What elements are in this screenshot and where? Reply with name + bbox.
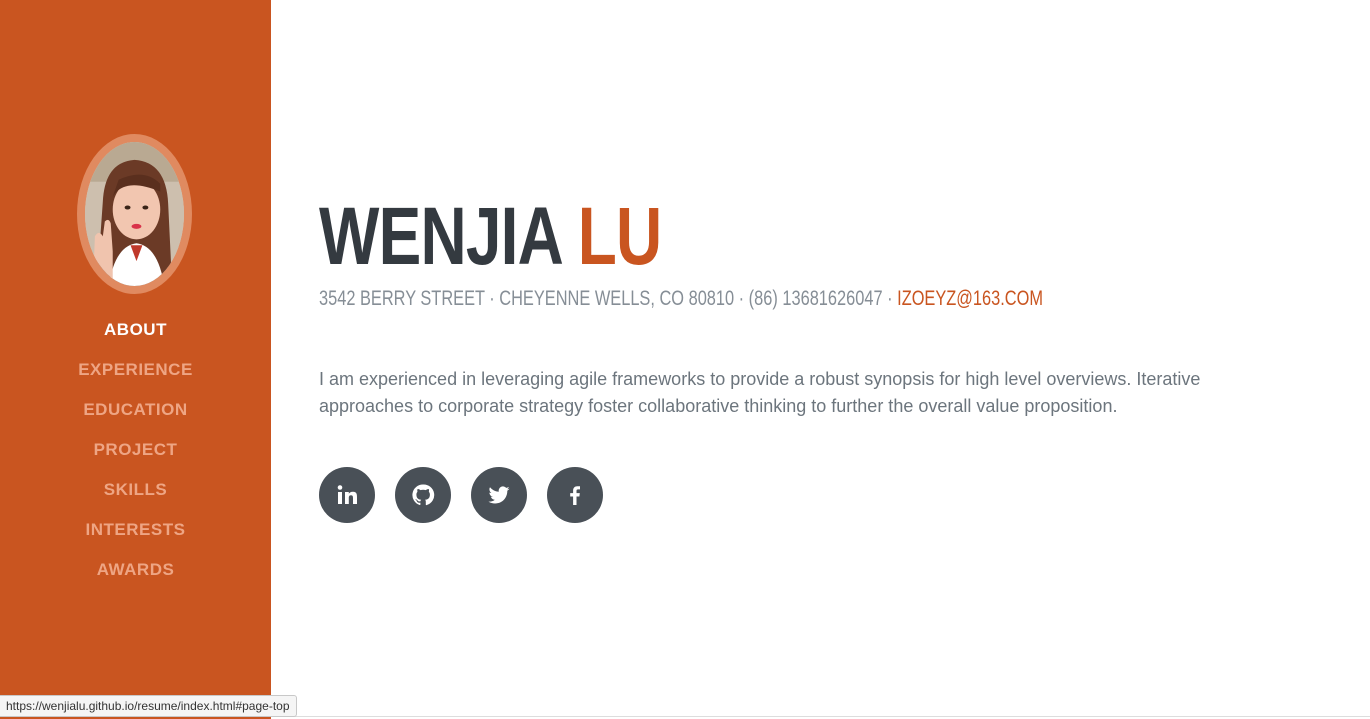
sidebar: ABOUT EXPERIENCE EDUCATION PROJECT SKILL… bbox=[0, 0, 271, 719]
social-links bbox=[319, 467, 603, 523]
last-name: LU bbox=[577, 191, 662, 282]
facebook-icon bbox=[570, 486, 580, 505]
nav-item-project: PROJECT bbox=[0, 430, 271, 470]
facebook-button[interactable] bbox=[547, 467, 603, 523]
nav-item-education: EDUCATION bbox=[0, 390, 271, 430]
nav-item-skills: SKILLS bbox=[0, 470, 271, 510]
status-bar-url: https://wenjialu.github.io/resume/index.… bbox=[0, 695, 297, 717]
twitter-icon bbox=[488, 486, 510, 504]
github-icon bbox=[412, 484, 435, 506]
contact-line: 3542 BERRY STREET · CHEYENNE WELLS, CO 8… bbox=[319, 287, 1043, 311]
first-name: WENJIA bbox=[319, 191, 561, 282]
profile-photo bbox=[85, 142, 184, 286]
nav-item-awards: AWARDS bbox=[0, 550, 271, 590]
linkedin-icon bbox=[337, 485, 357, 504]
nav-link-experience[interactable]: EXPERIENCE bbox=[78, 360, 193, 380]
sidebar-nav: ABOUT EXPERIENCE EDUCATION PROJECT SKILL… bbox=[0, 310, 271, 590]
nav-item-about: ABOUT bbox=[0, 310, 271, 350]
linkedin-button[interactable] bbox=[319, 467, 375, 523]
avatar[interactable] bbox=[77, 134, 192, 294]
nav-link-interests[interactable]: INTERESTS bbox=[86, 520, 186, 540]
nav-item-experience: EXPERIENCE bbox=[0, 350, 271, 390]
nav-link-skills[interactable]: SKILLS bbox=[104, 480, 167, 500]
window-divider bbox=[271, 716, 1370, 717]
nav-link-education[interactable]: EDUCATION bbox=[83, 400, 187, 420]
bio-text: I am experienced in leveraging agile fra… bbox=[319, 369, 1201, 416]
nav-item-interests: INTERESTS bbox=[0, 510, 271, 550]
nav-link-awards[interactable]: AWARDS bbox=[97, 560, 175, 580]
github-button[interactable] bbox=[395, 467, 451, 523]
nav-link-project[interactable]: PROJECT bbox=[94, 440, 178, 460]
nav-link-about[interactable]: ABOUT bbox=[104, 320, 167, 340]
twitter-button[interactable] bbox=[471, 467, 527, 523]
email-link[interactable]: IZOEYZ@163.COM bbox=[897, 287, 1043, 310]
address-text: 3542 BERRY STREET · CHEYENNE WELLS, CO 8… bbox=[319, 287, 893, 310]
page-title: WENJIA LU bbox=[319, 196, 662, 278]
